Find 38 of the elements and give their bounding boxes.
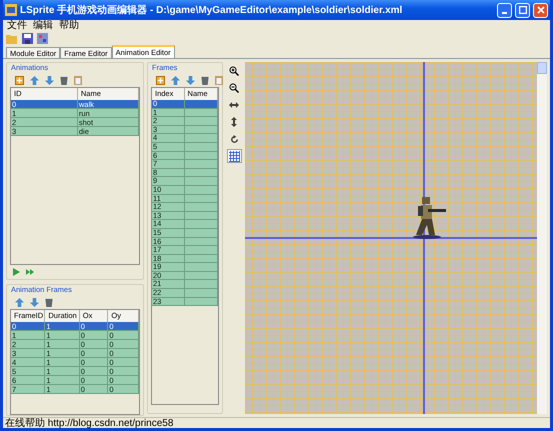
menu-item[interactable]: 编辑 xyxy=(33,20,53,31)
window-title: LSprite 手机游戏动画编辑器 - D:\game\MyGameEditor\example\soldier\soldier.xml xyxy=(20,4,404,18)
trash-icon[interactable] xyxy=(201,76,209,84)
add-icon[interactable] xyxy=(15,76,24,84)
clipboard-icon[interactable] xyxy=(215,75,223,85)
arrow-up-icon[interactable] xyxy=(30,76,39,84)
export-icon[interactable] xyxy=(37,33,48,44)
menu-item[interactable]: 文件 xyxy=(7,20,27,31)
maximize-icon xyxy=(518,6,526,14)
menu-item[interactable]: 帮助 xyxy=(59,20,79,31)
close-button[interactable] xyxy=(533,2,548,18)
clipboard-icon[interactable] xyxy=(74,75,82,85)
grid-tool[interactable] xyxy=(226,149,242,163)
zoom-out-icon xyxy=(229,83,239,93)
grid-icon xyxy=(228,150,240,162)
arrow-down-icon[interactable] xyxy=(186,76,195,84)
maximize-button[interactable] xyxy=(515,2,530,18)
fast-forward-icon[interactable] xyxy=(26,269,34,275)
zoom-out-tool[interactable] xyxy=(226,81,242,95)
zoom-in-icon xyxy=(229,66,239,76)
play-icon[interactable] xyxy=(13,268,20,276)
arrow-up-icon[interactable] xyxy=(171,76,180,84)
save-icon[interactable] xyxy=(22,33,33,44)
close-icon xyxy=(536,6,544,14)
minimize-button[interactable] xyxy=(497,2,512,18)
app-icon xyxy=(5,4,17,16)
status-text: 在线帮助 http://blog.csdn.net/prince58 xyxy=(5,418,174,428)
vertical-arrows-icon xyxy=(230,117,238,127)
add-icon[interactable] xyxy=(156,76,165,84)
horizontal-arrows-icon xyxy=(229,101,239,109)
trash-icon[interactable] xyxy=(45,298,53,306)
arrow-down-icon[interactable] xyxy=(30,298,39,306)
scrollbar[interactable] xyxy=(537,62,547,414)
rotate-icon xyxy=(230,134,238,144)
zoom-in-tool[interactable] xyxy=(226,64,242,78)
arrow-up-icon[interactable] xyxy=(15,298,24,306)
trash-icon[interactable] xyxy=(60,76,68,84)
arrow-down-icon[interactable] xyxy=(45,76,54,84)
